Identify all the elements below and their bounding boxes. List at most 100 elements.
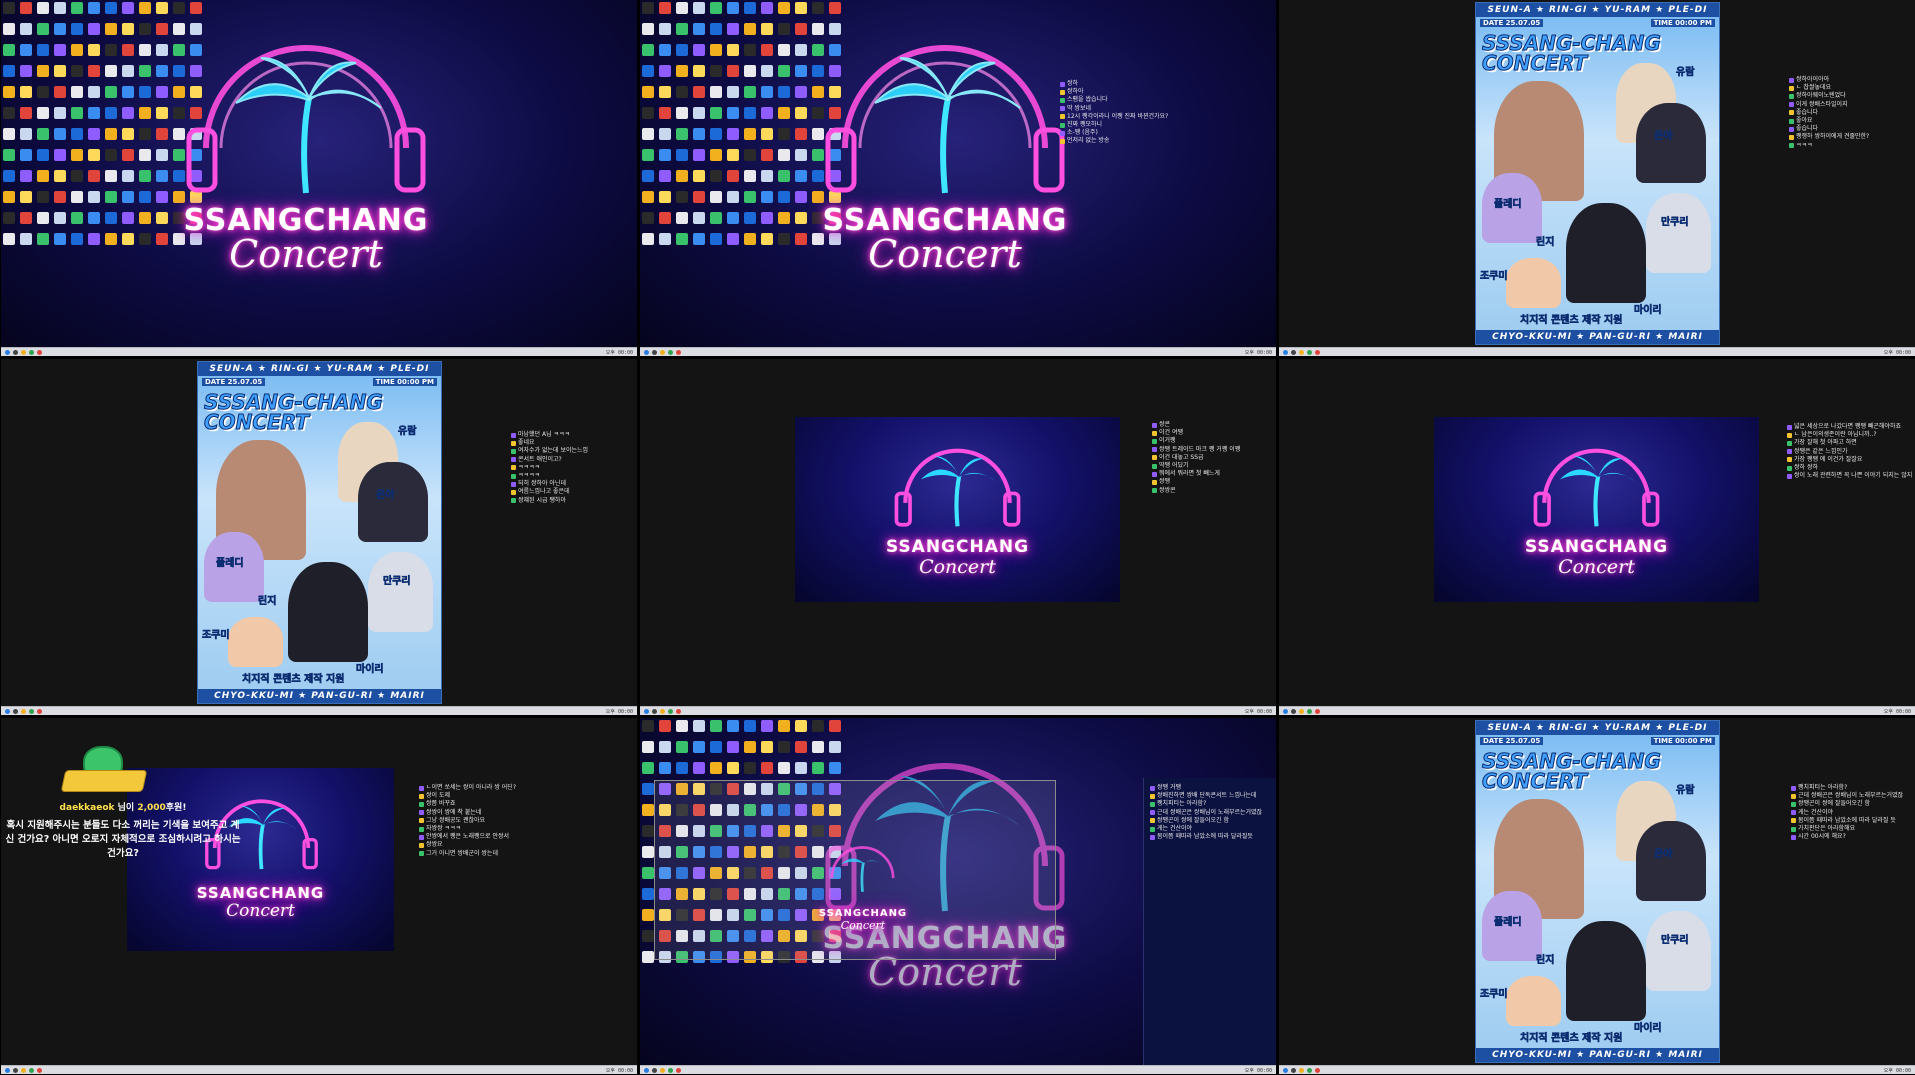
- desktop-shortcut-icon[interactable]: [3, 191, 15, 203]
- desktop-shortcut-icon[interactable]: [122, 212, 134, 224]
- desktop-shortcut-icon[interactable]: [778, 170, 790, 182]
- desktop-shortcut-icon[interactable]: [727, 23, 739, 35]
- desktop-shortcut-icon[interactable]: [642, 846, 654, 858]
- app-icon[interactable]: [676, 1067, 681, 1073]
- desktop-shortcut-icon[interactable]: [710, 191, 722, 203]
- desktop-shortcut-icon[interactable]: [761, 212, 773, 224]
- desktop-shortcut-icon[interactable]: [676, 65, 688, 77]
- desktop-shortcut-icon[interactable]: [744, 86, 756, 98]
- desktop-shortcut-icon[interactable]: [20, 86, 32, 98]
- desktop-shortcut-icon[interactable]: [727, 107, 739, 119]
- desktop-shortcut-icon[interactable]: [778, 86, 790, 98]
- desktop-shortcut-icon[interactable]: [3, 23, 15, 35]
- taskbar[interactable]: 오후 00:00: [640, 1065, 1276, 1074]
- desktop-shortcut-icon[interactable]: [54, 23, 66, 35]
- desktop-shortcut-icon[interactable]: [20, 107, 32, 119]
- desktop-shortcut-icon[interactable]: [744, 65, 756, 77]
- chrome-icon[interactable]: [29, 708, 34, 714]
- desktop-shortcut-icon[interactable]: [139, 23, 151, 35]
- desktop-shortcut-icon[interactable]: [105, 170, 117, 182]
- desktop-shortcut-icon[interactable]: [71, 191, 83, 203]
- desktop-shortcut-icon[interactable]: [812, 720, 824, 732]
- app-icon[interactable]: [1315, 349, 1320, 355]
- desktop-shortcut-icon[interactable]: [105, 44, 117, 56]
- desktop-shortcut-icon[interactable]: [3, 149, 15, 161]
- desktop-shortcut-icon[interactable]: [71, 212, 83, 224]
- desktop-shortcut-icon[interactable]: [676, 741, 688, 753]
- desktop-shortcut-icon[interactable]: [659, 107, 671, 119]
- app-icon[interactable]: [37, 1067, 42, 1073]
- desktop-shortcut-icon[interactable]: [710, 212, 722, 224]
- start-icon[interactable]: [644, 349, 649, 355]
- desktop-shortcut-icon[interactable]: [778, 149, 790, 161]
- desktop-shortcut-icon[interactable]: [37, 149, 49, 161]
- desktop-shortcut-icon[interactable]: [812, 2, 824, 14]
- desktop-shortcut-icon[interactable]: [659, 741, 671, 753]
- chrome-icon[interactable]: [668, 349, 673, 355]
- desktop-shortcut-icon[interactable]: [659, 212, 671, 224]
- desktop-shortcut-icon[interactable]: [761, 2, 773, 14]
- desktop-shortcut-icon[interactable]: [20, 233, 32, 245]
- desktop-shortcut-icon[interactable]: [710, 44, 722, 56]
- desktop-shortcut-icon[interactable]: [139, 233, 151, 245]
- taskbar[interactable]: 오후 00:00: [1, 1065, 637, 1074]
- desktop-shortcut-icon[interactable]: [105, 86, 117, 98]
- desktop-shortcut-icon[interactable]: [71, 170, 83, 182]
- desktop-shortcut-icon[interactable]: [71, 65, 83, 77]
- desktop-shortcut-icon[interactable]: [190, 2, 202, 14]
- desktop-shortcut-icon[interactable]: [54, 170, 66, 182]
- desktop-shortcut-icon[interactable]: [122, 44, 134, 56]
- desktop-shortcut-icon[interactable]: [122, 149, 134, 161]
- desktop-shortcut-icon[interactable]: [727, 741, 739, 753]
- desktop-shortcut-icon[interactable]: [105, 23, 117, 35]
- desktop-shortcut-icon[interactable]: [744, 233, 756, 245]
- desktop-shortcut-icon[interactable]: [54, 233, 66, 245]
- desktop-shortcut-icon[interactable]: [710, 23, 722, 35]
- desktop-shortcut-icon[interactable]: [642, 149, 654, 161]
- start-icon[interactable]: [644, 708, 649, 714]
- desktop-shortcut-icon[interactable]: [727, 44, 739, 56]
- desktop-shortcut-icon[interactable]: [744, 170, 756, 182]
- chrome-icon[interactable]: [668, 708, 673, 714]
- search-icon[interactable]: [652, 708, 657, 714]
- desktop-shortcut-icon[interactable]: [20, 128, 32, 140]
- start-icon[interactable]: [644, 1067, 649, 1073]
- start-icon[interactable]: [1283, 1067, 1288, 1073]
- desktop-shortcut-icon[interactable]: [139, 2, 151, 14]
- desktop-shortcut-icon[interactable]: [139, 65, 151, 77]
- search-icon[interactable]: [13, 1067, 18, 1073]
- desktop-shortcut-icon[interactable]: [778, 762, 790, 774]
- chrome-icon[interactable]: [29, 349, 34, 355]
- desktop-shortcut-icon[interactable]: [54, 191, 66, 203]
- desktop-shortcut-icon[interactable]: [105, 128, 117, 140]
- desktop-shortcut-icon[interactable]: [88, 149, 100, 161]
- desktop-shortcut-icon[interactable]: [642, 44, 654, 56]
- desktop-shortcut-icon[interactable]: [139, 191, 151, 203]
- desktop-shortcut-icon[interactable]: [20, 191, 32, 203]
- desktop-shortcut-icon[interactable]: [727, 149, 739, 161]
- desktop-shortcut-icon[interactable]: [3, 2, 15, 14]
- desktop-shortcut-icon[interactable]: [105, 65, 117, 77]
- desktop-shortcut-icon[interactable]: [710, 149, 722, 161]
- desktop-shortcut-icon[interactable]: [693, 128, 705, 140]
- desktop-shortcut-icon[interactable]: [642, 23, 654, 35]
- desktop-shortcut-icon[interactable]: [37, 65, 49, 77]
- desktop-shortcut-icon[interactable]: [659, 128, 671, 140]
- desktop-shortcut-icon[interactable]: [778, 23, 790, 35]
- desktop-shortcut-icon[interactable]: [829, 720, 841, 732]
- desktop-shortcut-icon[interactable]: [122, 2, 134, 14]
- desktop-shortcut-icon[interactable]: [71, 233, 83, 245]
- desktop-shortcut-icon[interactable]: [693, 149, 705, 161]
- desktop-shortcut-icon[interactable]: [710, 233, 722, 245]
- desktop-shortcut-icon[interactable]: [105, 191, 117, 203]
- desktop-shortcut-icon[interactable]: [744, 191, 756, 203]
- folder-icon[interactable]: [21, 1067, 26, 1073]
- desktop-shortcut-icon[interactable]: [744, 762, 756, 774]
- search-icon[interactable]: [1291, 708, 1296, 714]
- desktop-shortcut-icon[interactable]: [659, 86, 671, 98]
- desktop-shortcut-icon[interactable]: [659, 23, 671, 35]
- desktop-shortcut-icon[interactable]: [88, 2, 100, 14]
- desktop-shortcut-icon[interactable]: [676, 762, 688, 774]
- desktop-shortcut-icon[interactable]: [122, 107, 134, 119]
- desktop-shortcut-icon[interactable]: [710, 170, 722, 182]
